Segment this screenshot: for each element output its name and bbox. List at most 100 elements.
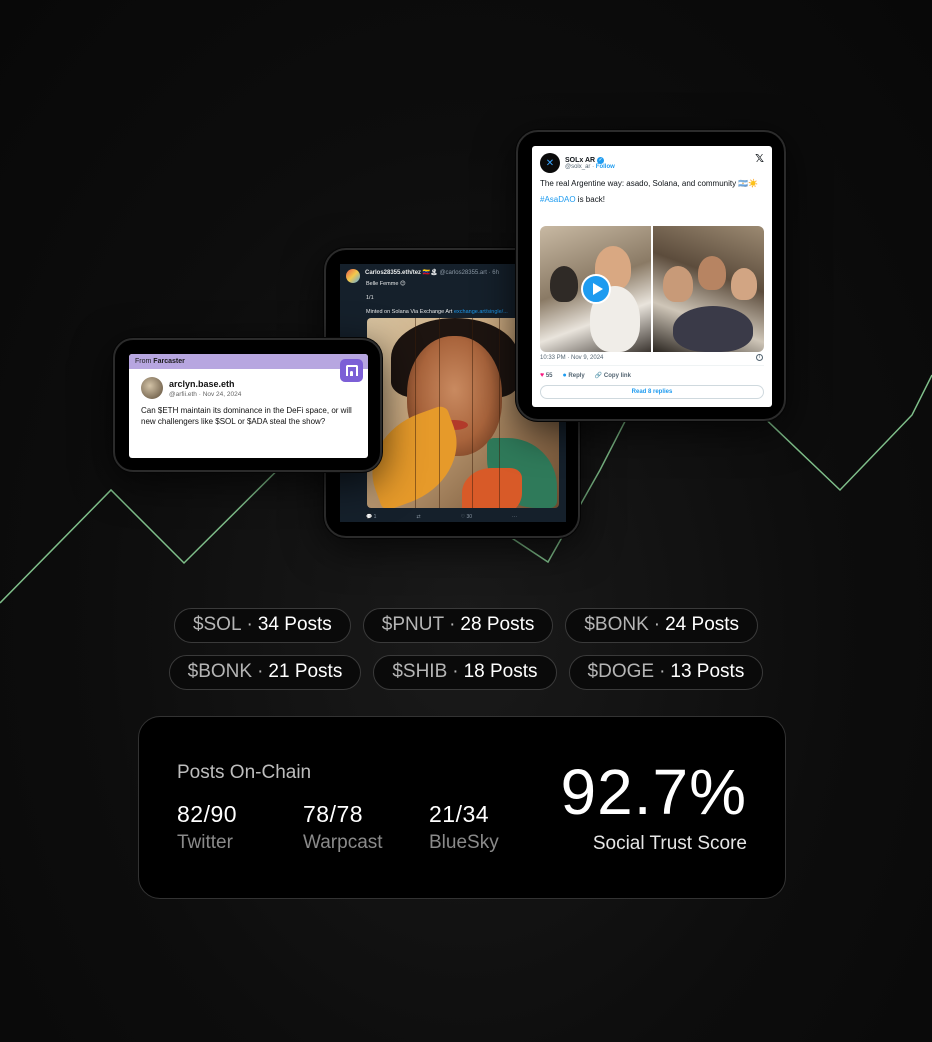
like-count: 55 xyxy=(545,373,553,379)
divider xyxy=(540,365,764,366)
token-pills-row-1: $SOL · 34 Posts $PNUT · 28 Posts $BONK · 24 Po… xyxy=(0,608,932,643)
source-name: Farcaster xyxy=(153,358,185,365)
reply-count: 1 xyxy=(373,514,377,520)
more-icon[interactable]: ··· xyxy=(512,514,517,520)
token-pill[interactable]: $PNUT · 28 Posts xyxy=(362,608,554,643)
trust-score-label: Social Trust Score xyxy=(592,833,747,854)
farcaster-source-bar: From Farcaster xyxy=(129,354,368,369)
pill-separator: · xyxy=(257,661,264,682)
art-link[interactable]: exchange.art/single/... xyxy=(454,309,508,315)
farcaster-user-meta: @arfii.eth · Nov 24, 2024 xyxy=(169,390,242,398)
pill-ticker: $BONK xyxy=(187,661,253,682)
photo-figure xyxy=(698,256,726,290)
photo-figure xyxy=(663,266,693,302)
art-author-name[interactable]: Carlos28355.eth/tez 🇻🇪🏝 xyxy=(365,270,438,276)
pill-separator: · xyxy=(246,614,253,635)
stat-label: Warpcast xyxy=(303,832,383,853)
trust-score-value: 92.7% xyxy=(560,756,747,828)
photo-figure xyxy=(731,268,757,300)
pill-separator: · xyxy=(452,661,459,682)
token-pill[interactable]: $SOL · 34 Posts xyxy=(173,608,351,643)
x-author-name[interactable]: SOLx AR xyxy=(565,157,595,164)
link-icon: 🔗 xyxy=(594,373,603,379)
stat-warpcast: 78/78 Warpcast xyxy=(303,801,383,854)
art-panel-line xyxy=(439,318,440,508)
token-pill[interactable]: $BONK · 21 Posts xyxy=(168,655,362,690)
token-pill[interactable]: $SHIB · 18 Posts xyxy=(373,655,557,690)
x-author-row: SOLx AR ✓ xyxy=(565,156,615,164)
pill-count: 34 Posts xyxy=(257,614,332,635)
pill-count: 21 Posts xyxy=(268,661,343,682)
stat-value: 21/34 xyxy=(429,801,490,827)
info-icon[interactable]: i xyxy=(756,354,763,361)
art-panel-line xyxy=(415,318,416,508)
x-tweet-header: ✕ SOLx AR ✓ @solx_ar · Follow 𝕏 xyxy=(532,146,772,173)
like-action[interactable]: ♡ 30 xyxy=(461,514,472,520)
reply-action[interactable]: 💬 1 xyxy=(366,514,376,520)
heart-icon: ♡ xyxy=(460,514,466,520)
x-tweet-text2-rest: is back! xyxy=(575,195,605,204)
media-photo xyxy=(653,226,764,352)
pill-count: 13 Posts xyxy=(670,661,745,682)
hashtag-link[interactable]: #AsaDAO xyxy=(540,195,576,204)
pill-count: 18 Posts xyxy=(463,661,538,682)
farcaster-post-text: Can $ETH maintain its dominance in the D… xyxy=(141,406,352,426)
stat-bluesky: 21/34 BlueSky xyxy=(429,801,499,854)
x-author-handle: @solx_ar · xyxy=(565,163,595,170)
art-panel-line xyxy=(499,318,500,508)
stats-title: Posts On-Chain xyxy=(177,762,312,783)
stat-label: Twitter xyxy=(177,832,233,853)
pill-ticker: $PNUT xyxy=(381,614,445,635)
pill-ticker: $BONK xyxy=(584,614,649,635)
token-pills-row-2: $BONK · 21 Posts $SHIB · 18 Posts $DOGE · 13 P… xyxy=(0,655,932,690)
x-tweet-time: 10:33 PM · Nov 9, 2024 xyxy=(540,355,604,361)
read-replies-button[interactable]: Read 8 replies xyxy=(540,385,764,399)
pill-separator: · xyxy=(659,661,666,682)
x-handle-row: @solx_ar · Follow xyxy=(565,164,615,170)
stat-twitter: 82/90 Twitter xyxy=(177,801,237,854)
photo-figure xyxy=(550,266,578,302)
media-photo xyxy=(540,226,651,352)
art-author-handle: @carlos28355.art · 6h xyxy=(439,270,499,276)
art-leaf-shape xyxy=(462,468,522,508)
avatar[interactable] xyxy=(141,377,163,399)
pill-separator: · xyxy=(449,614,456,635)
farcaster-user-name[interactable]: arclyn.base.eth xyxy=(169,379,241,389)
trust-score: 92.7% Social Trust Score xyxy=(561,759,747,855)
reply-icon: 💬 xyxy=(366,514,373,520)
retweet-icon[interactable]: ⇄ xyxy=(416,514,420,520)
reply-label: Reply xyxy=(568,373,585,379)
pill-separator: · xyxy=(653,614,661,635)
social-stats-card: Posts On-Chain 82/90 Twitter 78/78 Warpc… xyxy=(138,716,786,899)
stat-label: BlueSky xyxy=(429,832,499,853)
copy-link-action[interactable]: 🔗 Copy link xyxy=(595,372,631,379)
x-tweet-text2: #AsaDAO is back! xyxy=(532,189,772,205)
like-count: 30 xyxy=(466,514,473,520)
stat-value: 78/78 xyxy=(303,801,364,827)
play-button-icon[interactable] xyxy=(581,274,611,304)
farcaster-screen: From Farcaster arclyn.base.eth @arfii.et… xyxy=(129,354,368,458)
stage: Carlos28355.eth/tez 🇻🇪🏝 @carlos28355.art… xyxy=(0,0,932,1042)
farcaster-logo-icon[interactable] xyxy=(340,359,363,382)
art-minted-text: Minted on Solana Via Exchange Art xyxy=(366,309,453,315)
heart-icon: ♥ xyxy=(540,372,545,379)
avatar[interactable] xyxy=(346,269,360,283)
follow-button[interactable]: Follow xyxy=(596,164,615,170)
token-pill[interactable]: $DOGE · 13 Posts xyxy=(568,655,764,690)
x-tweet-media[interactable] xyxy=(540,226,764,352)
stat-value: 82/90 xyxy=(177,801,238,827)
pill-ticker: $SHIB xyxy=(392,661,448,682)
pill-count: 24 Posts xyxy=(665,614,740,635)
solx-logo-icon: ✕ xyxy=(545,157,555,169)
reply-action[interactable]: ● Reply xyxy=(563,372,585,379)
like-action[interactable]: ♥ 55 xyxy=(540,372,553,379)
token-pill[interactable]: $BONK · 24 Posts xyxy=(565,608,759,643)
copy-link-label: Copy link xyxy=(603,373,631,379)
pill-count: 28 Posts xyxy=(460,614,535,635)
avatar[interactable]: ✕ xyxy=(540,153,560,173)
x-logo-icon[interactable]: 𝕏 xyxy=(755,152,764,165)
verified-badge-icon: ✓ xyxy=(597,156,605,164)
x-tweet-actions: ♥ 55 ● Reply 🔗 Copy link xyxy=(540,372,631,379)
x-tweet-device: ✕ SOLx AR ✓ @solx_ar · Follow 𝕏 The real… xyxy=(516,130,786,421)
x-tweet-text1: The real Argentine way: asado, Solana, a… xyxy=(540,179,759,188)
